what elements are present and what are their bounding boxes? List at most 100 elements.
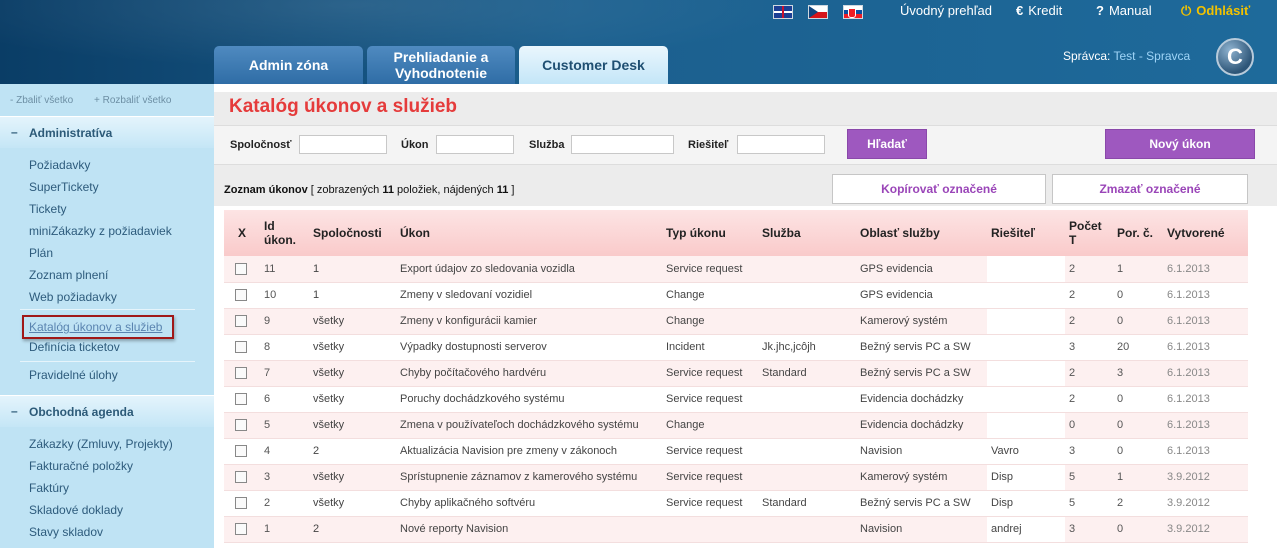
col-service-area[interactable]: Oblasť služby — [856, 210, 987, 256]
row-checkbox[interactable] — [235, 341, 247, 354]
credit-link[interactable]: € Kredit — [1016, 3, 1062, 18]
cell-order: 2 — [1113, 490, 1163, 517]
sidebar-item-tickets[interactable]: Tickety — [29, 202, 67, 216]
row-checkbox[interactable] — [235, 289, 247, 302]
tab-customer-desk[interactable]: Customer Desk — [519, 46, 668, 84]
row-checkbox[interactable] — [235, 367, 247, 380]
collapse-all-link[interactable]: - Zbaliť všetko — [10, 95, 73, 106]
col-id-label: Id úkon. — [264, 219, 296, 247]
table-row[interactable]: 6 všetky Poruchy dochádzkového systému Serv… — [224, 386, 1248, 413]
cell-service-area: Evidencia dochádzky — [856, 386, 987, 413]
col-service[interactable]: Služba — [758, 210, 856, 256]
row-select-cell — [224, 490, 260, 517]
sidebar-divider — [20, 361, 195, 362]
overview-link[interactable]: Úvodný prehľad — [900, 3, 992, 18]
sidebar: - Zbaliť všetko + Rozbaliť všetko Admini… — [0, 84, 214, 548]
tab-review-evaluation[interactable]: Prehliadanie a Vyhodnotenie — [367, 46, 515, 84]
table-row[interactable]: 9 všetky Zmeny v konfigurácii kamier Change… — [224, 308, 1248, 335]
cell-order: 1 — [1113, 464, 1163, 491]
tab-admin-zone[interactable]: Admin zóna — [214, 46, 363, 84]
logout-link[interactable]: ⏻ Odhlásiť — [1181, 3, 1250, 19]
cell-count: 2 — [1065, 386, 1113, 413]
flag-uk-icon[interactable] — [773, 5, 793, 19]
table-body: 11 1 Export údajov zo sledovania vozidla Se… — [224, 256, 1248, 543]
sidebar-item-recurring-tasks[interactable]: Pravidelné úlohy — [29, 368, 118, 382]
top-nav: Úvodný prehľad € Kredit ? Manual ⏻ Odhlásiť — [0, 0, 1277, 22]
cell-created: 6.1.2013 — [1163, 282, 1248, 309]
sidebar-item-supertickets[interactable]: SuperTickety — [29, 180, 99, 194]
col-solver[interactable]: Riešiteľ — [987, 210, 1065, 256]
cell-companies: všetky — [309, 334, 396, 361]
cell-created: 6.1.2013 — [1163, 412, 1248, 439]
action-field[interactable] — [436, 135, 514, 154]
table-row[interactable]: 2 všetky Chyby aplikačného softvéru Service… — [224, 490, 1248, 517]
table-row[interactable]: 8 všetky Výpadky dostupnosti serverov Incid… — [224, 334, 1248, 361]
new-action-button[interactable]: Nový úkon — [1105, 129, 1255, 159]
row-select-cell — [224, 516, 260, 543]
sidebar-item-contracts[interactable]: Zákazky (Zmluvy, Projekty) — [29, 437, 173, 451]
flag-sk-icon[interactable] — [843, 5, 863, 19]
row-checkbox[interactable] — [235, 497, 247, 510]
company-field[interactable] — [299, 135, 387, 154]
row-select-cell — [224, 464, 260, 491]
row-checkbox[interactable] — [235, 523, 247, 536]
sidebar-item-requests[interactable]: Požiadavky — [29, 158, 90, 172]
manual-link[interactable]: ? Manual — [1096, 3, 1152, 18]
expand-all-link[interactable]: + Rozbaliť všetko — [94, 95, 171, 106]
copy-selected-button[interactable]: Kopírovať označené — [832, 174, 1046, 204]
sidebar-item-stock-documents[interactable]: Skladové doklady — [29, 503, 123, 517]
solver-field[interactable] — [737, 135, 825, 154]
table-row[interactable]: 3 všetky Sprístupnenie záznamov z kamerové… — [224, 464, 1248, 491]
col-action[interactable]: Úkon — [396, 210, 662, 256]
service-field[interactable] — [571, 135, 674, 154]
row-checkbox[interactable] — [235, 393, 247, 406]
section-business-agenda[interactable]: Obchodná agenda — [0, 395, 214, 427]
row-checkbox[interactable] — [235, 445, 247, 458]
row-checkbox[interactable] — [235, 419, 247, 432]
actions-table: X Id úkon. Spoločnosti Úkon Typ úkonu Sl… — [224, 210, 1248, 543]
sidebar-item-fulfillment-list[interactable]: Zoznam plnení — [29, 268, 108, 282]
action-label: Úkon — [401, 139, 429, 151]
col-action-type[interactable]: Typ úkonu — [662, 210, 758, 256]
cell-order: 20 — [1113, 334, 1163, 361]
cell-count: 3 — [1065, 334, 1113, 361]
col-order[interactable]: Por. č. — [1113, 210, 1163, 256]
col-count[interactable]: Počet T — [1065, 210, 1113, 256]
search-button[interactable]: Hľadať — [847, 129, 927, 159]
table-row[interactable]: 10 1 Zmeny v sledovaní vozidiel Change GPS e… — [224, 282, 1248, 309]
cell-service — [758, 308, 856, 335]
cell-service-area: Kamerový systém — [856, 308, 987, 335]
row-select-cell — [224, 360, 260, 387]
table-row[interactable]: 4 2 Aktualizácia Navision pre zmeny v záko… — [224, 438, 1248, 465]
sidebar-item-stock-levels[interactable]: Stavy skladov — [29, 525, 103, 539]
table-row[interactable]: 7 všetky Chyby počítačového hardvéru Servic… — [224, 360, 1248, 387]
delete-selected-button[interactable]: Zmazať označené — [1052, 174, 1248, 204]
sidebar-item-catalog[interactable]: Katalóg úkonov a služieb — [22, 315, 174, 339]
col-created[interactable]: Vytvorené — [1163, 210, 1248, 256]
cell-action-type: Service request — [662, 464, 758, 491]
sidebar-item-ticket-definition[interactable]: Definícia ticketov — [29, 340, 120, 354]
table-row[interactable]: 1 2 Nové reporty Navision Navision andrej 3 0 3… — [224, 516, 1248, 543]
row-checkbox[interactable] — [235, 262, 247, 275]
sidebar-item-minizakazky[interactable]: miniZákazky z požiadaviek — [29, 224, 172, 238]
cell-service-area: GPS evidencia — [856, 256, 987, 283]
row-checkbox[interactable] — [235, 315, 247, 328]
cell-companies: všetky — [309, 490, 396, 517]
table-row[interactable]: 11 1 Export údajov zo sledovania vozidla Se… — [224, 256, 1248, 283]
flag-cz-icon[interactable] — [808, 5, 828, 19]
shown-count: 11 — [382, 184, 394, 196]
sidebar-item-billing-items[interactable]: Fakturačné položky — [29, 459, 133, 473]
user-name-link[interactable]: Test - Spravca — [1113, 49, 1190, 63]
cell-id: 5 — [260, 412, 309, 439]
found-count: 11 — [496, 184, 509, 196]
sidebar-item-web-requests[interactable]: Web požiadavky — [29, 290, 117, 304]
main-content: Katalóg úkonov a služieb Spoločnosť Úkon… — [214, 84, 1277, 548]
sidebar-item-invoices[interactable]: Faktúry — [29, 481, 69, 495]
col-id[interactable]: Id úkon. — [260, 210, 309, 256]
col-companies[interactable]: Spoločnosti — [309, 210, 396, 256]
cell-order: 0 — [1113, 386, 1163, 413]
section-administration[interactable]: Administratíva — [0, 116, 214, 148]
table-row[interactable]: 5 všetky Zmena v používateľoch dochádzkové… — [224, 412, 1248, 439]
sidebar-item-plan[interactable]: Plán — [29, 246, 53, 260]
row-checkbox[interactable] — [235, 471, 247, 484]
